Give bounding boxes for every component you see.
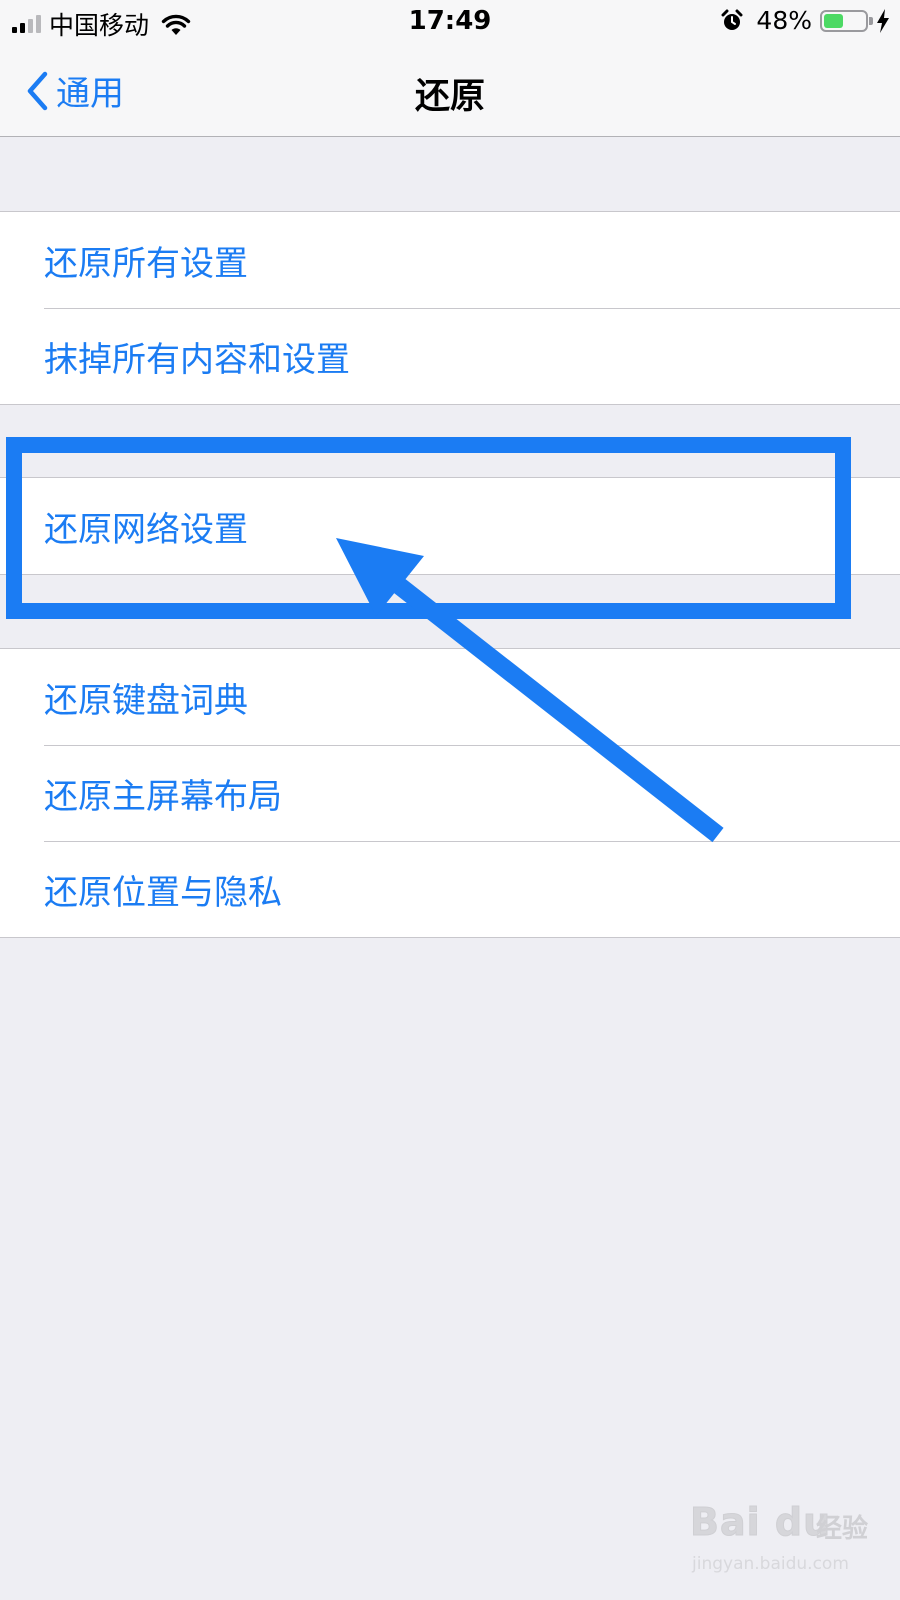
reset-location-privacy-item[interactable]: 还原位置与隐私	[0, 841, 900, 937]
battery-nub	[869, 16, 873, 25]
navigation-bar: 通用 还原	[0, 44, 900, 137]
reset-keyboard-dictionary-item[interactable]: 还原键盘词典	[0, 649, 900, 745]
battery-fill	[824, 13, 844, 28]
baidu-watermark: Bai du 经验 jingyan.baidu.com	[689, 1500, 880, 1590]
settings-group-network: 还原网络设置	[0, 477, 900, 575]
watermark-suffix: 经验	[816, 1514, 869, 1544]
page-title: 还原	[414, 77, 485, 117]
item-label: 抹掉所有内容和设置	[44, 339, 350, 380]
reset-all-settings-item[interactable]: 还原所有设置	[0, 212, 900, 308]
settings-group-other-resets: 还原键盘词典 还原主屏幕布局 还原位置与隐私	[0, 648, 900, 938]
charging-bolt-icon	[877, 8, 889, 33]
watermark-logo: Bai du	[689, 1500, 832, 1545]
alarm-icon	[721, 9, 743, 30]
watermark-url: jingyan.baidu.com	[692, 1554, 849, 1574]
item-label: 还原网络设置	[44, 509, 248, 550]
item-label: 还原所有设置	[44, 243, 248, 284]
status-bar: 中国移动 17:49 48%	[0, 0, 900, 44]
reset-network-settings-item[interactable]: 还原网络设置	[0, 478, 900, 574]
status-right: 48%	[720, 6, 890, 35]
erase-all-content-item[interactable]: 抹掉所有内容和设置	[0, 308, 900, 404]
item-label: 还原位置与隐私	[44, 872, 282, 913]
settings-group-reset-all: 还原所有设置 抹掉所有内容和设置	[0, 211, 900, 405]
battery-percent: 48%	[756, 6, 812, 35]
battery-icon	[820, 9, 873, 32]
item-label: 还原主屏幕布局	[44, 776, 282, 817]
reset-home-screen-layout-item[interactable]: 还原主屏幕布局	[0, 745, 900, 841]
item-label: 还原键盘词典	[44, 680, 248, 721]
